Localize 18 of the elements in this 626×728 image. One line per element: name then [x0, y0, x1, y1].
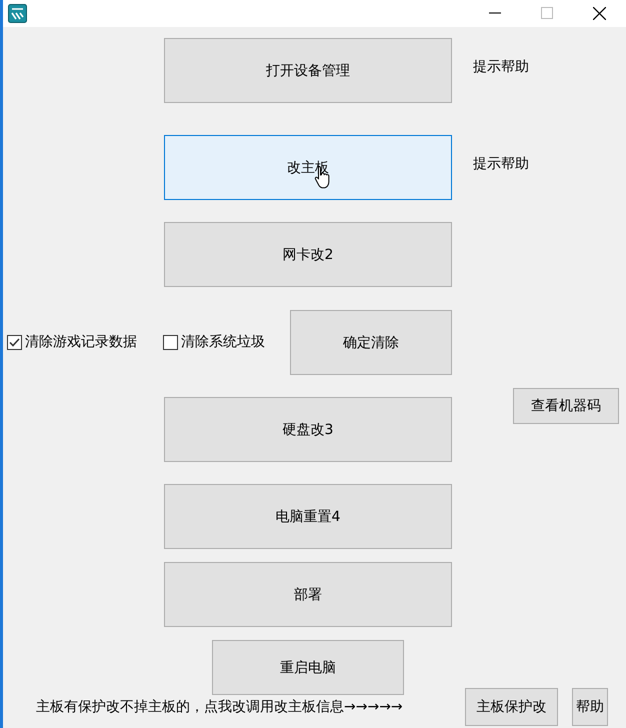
form-button[interactable]: 打开设备管理: [164, 38, 452, 103]
form-label: 提示帮助: [473, 59, 529, 75]
form-label: 主板有保护改不掉主板的，点我改调用改主板信息→→→→→: [36, 699, 403, 715]
checkbox[interactable]: 清除系统垃圾: [163, 333, 265, 351]
app-icon: [8, 4, 27, 23]
form-button[interactable]: 主板保护改: [465, 688, 558, 726]
form-button[interactable]: 硬盘改3: [164, 397, 452, 462]
form-button[interactable]: 帮助: [572, 688, 608, 726]
form-button[interactable]: 查看机器码: [513, 388, 619, 424]
form-button[interactable]: 网卡改2: [164, 222, 452, 287]
form-button[interactable]: 电脑重置4: [164, 484, 452, 549]
form-label: 提示帮助: [473, 156, 529, 172]
form-button[interactable]: 重启电脑: [212, 640, 404, 695]
form-button[interactable]: 部署: [164, 562, 452, 627]
close-icon[interactable]: [593, 7, 606, 20]
checkbox[interactable]: 清除游戏记录数据: [7, 333, 137, 351]
check-icon: [9, 336, 20, 348]
form-button[interactable]: 确定清除: [290, 310, 452, 375]
